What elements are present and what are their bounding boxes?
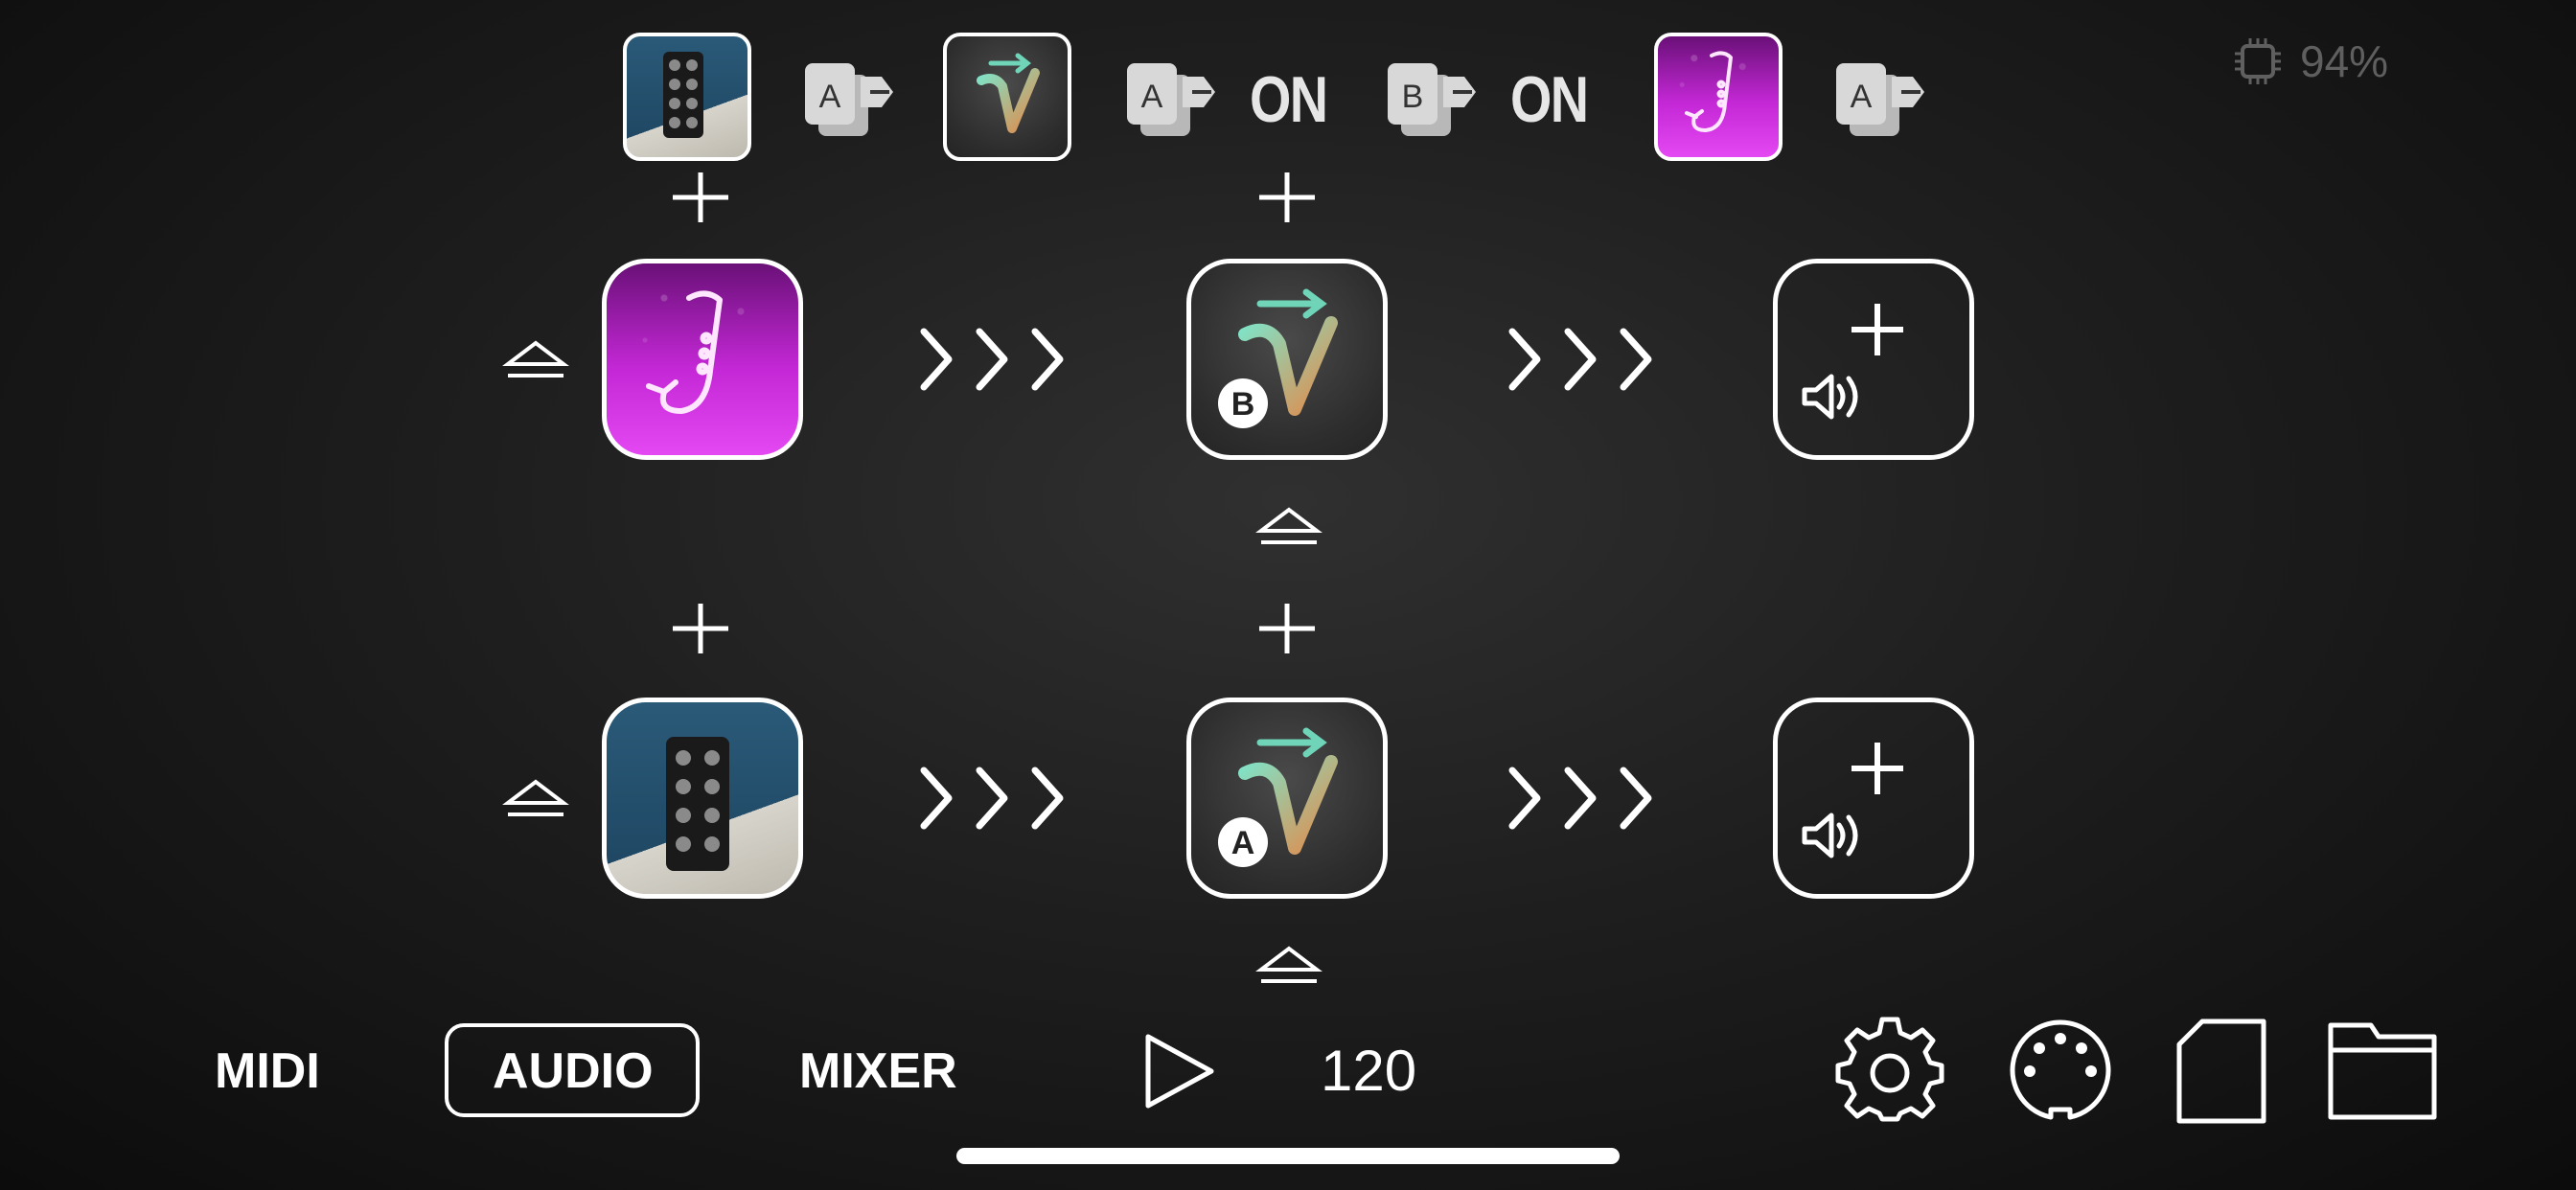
v-synth-app-icon: B bbox=[1218, 288, 1338, 428]
v-synth-app-icon: A bbox=[1218, 727, 1338, 867]
add-slot-plus-icon[interactable] bbox=[1255, 600, 1319, 657]
file-icon[interactable] bbox=[2174, 1018, 2269, 1125]
signal-flow-arrows-icon bbox=[916, 326, 1070, 393]
svg-text:B: B bbox=[1402, 79, 1424, 115]
signal-flow-arrows-icon bbox=[1505, 765, 1658, 832]
route-b-icon[interactable]: B bbox=[1384, 57, 1480, 144]
v-synth-app-icon bbox=[977, 53, 1040, 133]
sax-app-icon bbox=[1685, 51, 1733, 132]
add-slot-plus-icon[interactable] bbox=[1255, 169, 1319, 226]
chain-1-effect-slot[interactable]: B bbox=[1186, 259, 1388, 460]
route-a-icon[interactable]: A bbox=[801, 57, 897, 144]
audio-graph-screen: A A ON B ON A 94% B A MIDI AUDIO MIXER 1… bbox=[0, 0, 2576, 1190]
chain-2-input-slot[interactable] bbox=[602, 698, 803, 899]
expand-chevron-icon[interactable] bbox=[1255, 945, 1322, 987]
route-a-icon[interactable]: A bbox=[1123, 57, 1219, 144]
add-slot-plus-icon[interactable] bbox=[669, 600, 732, 657]
chain-1-input-slot[interactable] bbox=[602, 259, 803, 460]
tempo-bpm[interactable]: 120 bbox=[1321, 1037, 1416, 1106]
expand-chevron-icon[interactable] bbox=[502, 339, 569, 381]
tab-audio[interactable]: AUDIO bbox=[493, 1037, 654, 1106]
route-a-icon[interactable]: A bbox=[1832, 57, 1928, 144]
midi-din-icon[interactable] bbox=[2007, 1019, 2114, 1127]
chain-2-effect-slot[interactable]: A bbox=[1186, 698, 1388, 899]
expand-chevron-icon[interactable] bbox=[1255, 506, 1322, 548]
tab-mixer[interactable]: MIXER bbox=[799, 1037, 957, 1106]
gear-icon[interactable] bbox=[1835, 1017, 1944, 1125]
route-state-label[interactable]: ON bbox=[1510, 61, 1589, 138]
route-badge-label: B bbox=[1231, 386, 1255, 423]
expand-chevron-icon[interactable] bbox=[502, 778, 569, 820]
folder-icon[interactable] bbox=[2325, 1019, 2440, 1123]
dice-app-icon bbox=[666, 737, 729, 871]
signal-flow-arrows-icon bbox=[916, 765, 1070, 832]
route-badge-label: A bbox=[1231, 825, 1255, 861]
chain-2-output-slot[interactable] bbox=[1773, 698, 1974, 899]
speaker-plus-icon bbox=[1802, 304, 1903, 420]
chain-1-output-slot[interactable] bbox=[1773, 259, 1974, 460]
svg-text:A: A bbox=[1851, 79, 1873, 115]
top-thumbnail-v-synth-app[interactable] bbox=[943, 33, 1071, 161]
route-state-label[interactable]: ON bbox=[1250, 61, 1328, 138]
svg-text:A: A bbox=[1141, 79, 1163, 115]
sax-app-icon bbox=[646, 290, 723, 414]
play-icon[interactable] bbox=[1142, 1031, 1219, 1111]
speaker-plus-icon bbox=[1802, 743, 1903, 858]
cpu-usage-text: 94% bbox=[2300, 36, 2389, 86]
add-slot-plus-icon[interactable] bbox=[669, 169, 732, 226]
cpu-chip-icon bbox=[2233, 36, 2283, 86]
signal-flow-arrows-icon bbox=[1505, 326, 1658, 393]
svg-text:A: A bbox=[819, 79, 841, 115]
top-thumbnail-sax-app[interactable] bbox=[1654, 33, 1782, 161]
home-indicator[interactable] bbox=[956, 1148, 1620, 1164]
dice-app-icon bbox=[663, 52, 703, 138]
top-thumbnail-dice-app[interactable] bbox=[623, 33, 751, 161]
tab-midi[interactable]: MIDI bbox=[215, 1037, 320, 1106]
